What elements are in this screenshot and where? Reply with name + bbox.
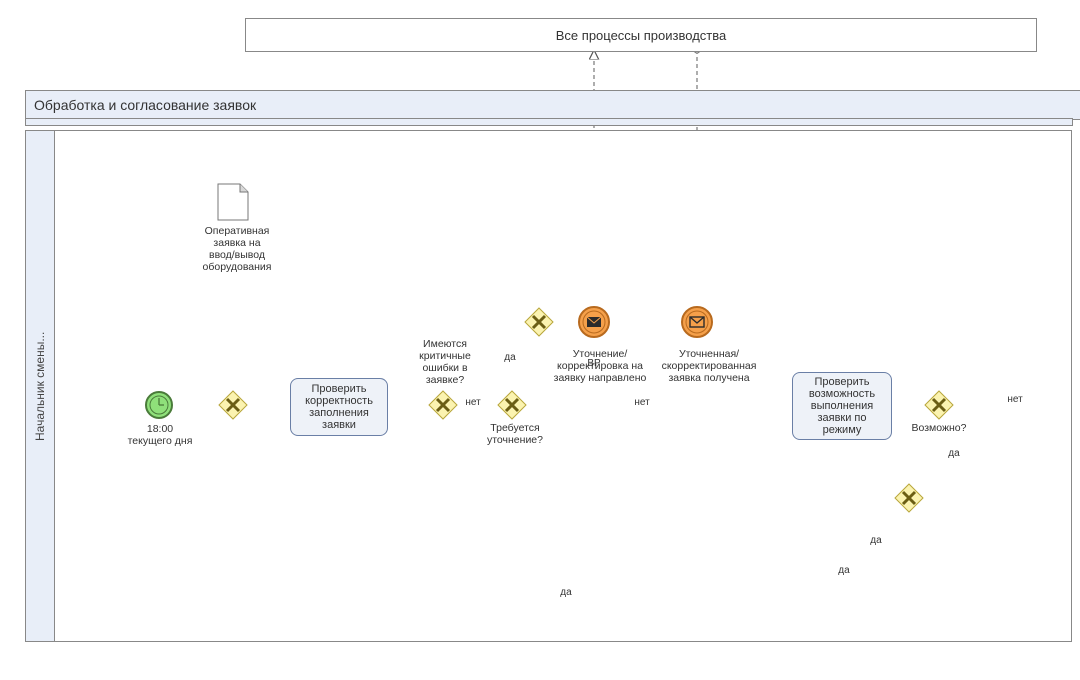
gateway-clarify [497,390,527,420]
participant-top-title: Все процессы производства [556,28,726,43]
task-check-correctness: Проверить корректность заполнения заявки [290,378,388,436]
gateway-possible-label: Возможно? [908,422,970,434]
edge-label-da-575: да [834,565,854,577]
gateway-merge-1 [218,390,248,420]
edge-label-possible-yes: да [944,448,964,460]
msg-in-label: ВР [586,358,602,370]
gateway-clarify-label: Требуется уточнение? [480,422,550,446]
pool-title: Обработка и согласование заявок [34,97,256,113]
lane-body [55,130,1072,642]
gateway-errors-label: Имеются критичные ошибки в заявке? [402,338,488,386]
data-object-label: Оперативная заявка на ввод/вывод оборудо… [182,225,292,273]
participant-top: Все процессы производства [245,18,1037,52]
gateway-upper [524,307,554,337]
gateway-possible [924,390,954,420]
bpmn-diagram: Все процессы производства Обработка и со… [0,0,1080,680]
lane-label: Начальник смены... [25,130,55,642]
lane-title: Начальник смены... [33,331,47,440]
edge-label-clarify-no: нет [630,397,654,409]
edge-label-possible-no: нет [1000,394,1030,406]
edge-label-da-545: да [866,535,886,547]
gateway-errors [428,390,458,420]
event-message-send [577,305,611,339]
start-timer-event [144,390,174,420]
pool-header: Обработка и согласование заявок [25,90,1080,120]
event-message-receive-label: Уточненная/ скорректированная заявка пол… [653,348,765,384]
event-message-receive [680,305,714,339]
edge-label-errors-no: нет [461,397,485,409]
pool-separator [25,118,1073,126]
start-event-label: 18:00 текущего дня [120,423,200,447]
task-check-feasibility: Проверить возможность выполнения заявки … [792,372,892,440]
data-object-icon [216,182,250,222]
edge-label-clarify-yes: да [500,352,520,364]
edge-label-da-597: да [556,587,576,599]
gateway-lower [894,483,924,513]
